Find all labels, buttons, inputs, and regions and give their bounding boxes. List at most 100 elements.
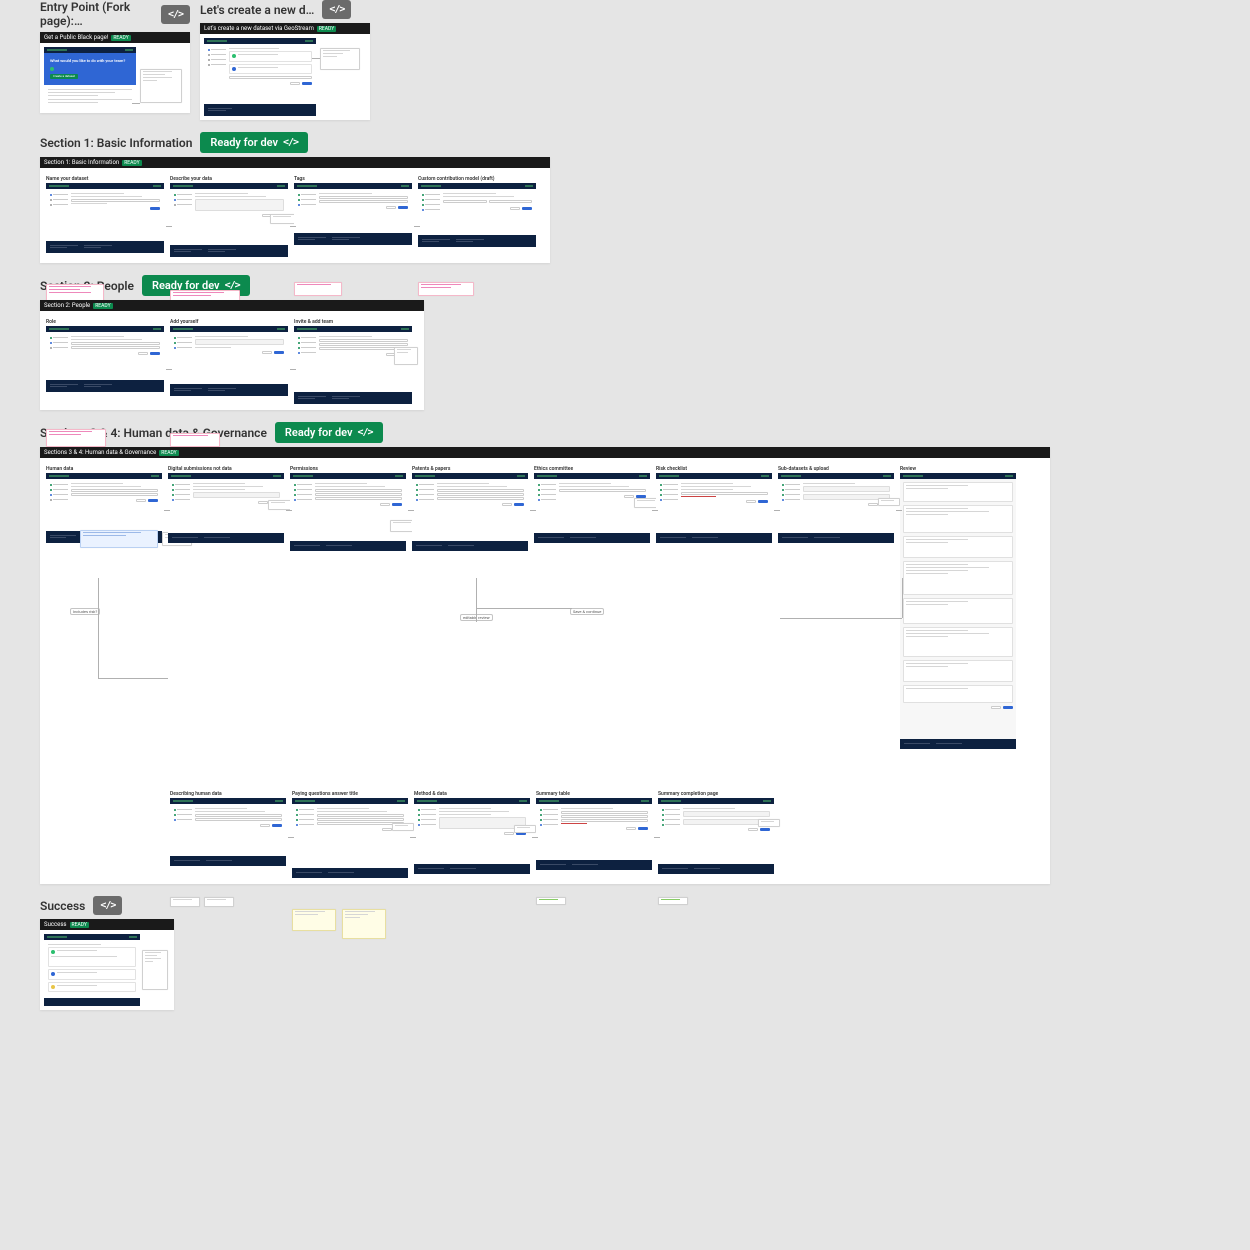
section-header-34: Sections 3 & 4: Human data & Governance … — [40, 422, 1250, 443]
sublabel: Name your dataset — [46, 176, 164, 182]
screen-invite — [294, 326, 412, 404]
hero-title: What would you like to do with your team… — [50, 59, 130, 64]
code-icon: </> — [329, 4, 344, 15]
annotation — [80, 530, 158, 548]
code-badge[interactable]: </> — [322, 0, 351, 19]
frame-header: Sections 3 & 4: Human data & Governance … — [40, 447, 1050, 458]
screen-subdatasets — [778, 473, 894, 543]
screen-method-data — [414, 798, 530, 874]
screen-paying — [292, 798, 408, 878]
screen-success — [44, 934, 140, 1006]
frame-section34[interactable]: Sections 3 & 4: Human data & Governance … — [40, 447, 1050, 884]
screen-summary-table — [536, 798, 652, 870]
annotation — [294, 282, 342, 296]
sublabel: Custom contribution model (draft) — [418, 176, 536, 182]
section34-body: Human data — [40, 458, 1050, 884]
annotation — [292, 909, 336, 931]
screen-ethics — [534, 473, 650, 543]
sublabel: Ethics committee — [534, 466, 650, 472]
sublabel: Describing human data — [170, 791, 286, 797]
frame-title: Success — [44, 921, 67, 928]
code-icon: </> — [100, 900, 115, 911]
sublabel: Sub-datasets & upload — [778, 466, 894, 472]
screen-tags — [294, 183, 412, 245]
sublabel: Risk checklist — [656, 466, 772, 472]
frame-header: Success READY — [40, 919, 174, 930]
frame-header: Section 1: Basic Information READY — [40, 157, 550, 168]
screen-review — [900, 473, 1016, 749]
frame-section1[interactable]: Section 1: Basic Information READY Name … — [40, 157, 550, 263]
screen-describe-human — [170, 798, 286, 866]
section-title: Entry Point (Fork page):… — [40, 0, 153, 28]
mini-badge: READY — [111, 35, 130, 41]
sublabel: Review — [900, 466, 1016, 472]
code-badge[interactable]: </> — [93, 896, 122, 915]
section-title: Let's create a new d… — [200, 3, 314, 17]
frame-section2[interactable]: Section 2: People READY Role — [40, 300, 424, 410]
annotation — [514, 825, 536, 833]
mock-create — [204, 38, 316, 116]
mini-badge: READY — [122, 160, 141, 166]
sublabel: Summary table — [536, 791, 652, 797]
mini-badge: READY — [159, 450, 178, 456]
section-title: Success — [40, 899, 85, 913]
mini-badge: READY — [70, 922, 89, 928]
annotation — [878, 498, 900, 506]
badge-label: Ready for dev — [285, 426, 353, 439]
annotation — [46, 429, 106, 447]
screen-custom-model — [418, 183, 536, 247]
hero-cta: Create a dataset — [50, 74, 78, 80]
flow-pill: Includes risk? — [70, 608, 100, 615]
screen-name-dataset — [46, 183, 164, 253]
section2-row: Role — [40, 311, 424, 410]
section-header-create: Let's create a new d… </> — [200, 0, 370, 19]
sublabel: Role — [46, 319, 164, 325]
annotation — [268, 500, 292, 510]
frame-create[interactable]: Let's create a new dataset via GeoStream… — [200, 23, 370, 120]
annotation — [392, 823, 414, 831]
sublabel: Digital submissions not data — [168, 466, 284, 472]
frame-title: Section 1: Basic Information — [44, 159, 119, 166]
code-badge[interactable]: </> — [161, 5, 190, 24]
frame-title: Sections 3 & 4: Human data & Governance — [44, 449, 156, 456]
frame-header: Let's create a new dataset via GeoStream… — [200, 23, 370, 34]
frame-title: Get a Public Black page! — [44, 34, 108, 41]
annotation — [170, 897, 200, 907]
screen-patents — [412, 473, 528, 551]
ready-badge[interactable]: Ready for dev </> — [275, 422, 383, 443]
code-icon: </> — [358, 427, 373, 438]
frame-success[interactable]: Success READY — [40, 919, 174, 1010]
mini-badge: READY — [317, 26, 336, 32]
sublabel: Add yourself — [170, 319, 288, 325]
sublabel: Human data — [46, 466, 162, 472]
annotation — [394, 347, 418, 365]
sublabel: Method & data — [414, 791, 530, 797]
sublabel: Invite & add team — [294, 319, 412, 325]
screen-digital-submissions — [168, 473, 284, 543]
frame-header: Get a Public Black page! READY — [40, 32, 190, 43]
section-header-1: Section 1: Basic Information Ready for d… — [40, 132, 1250, 153]
frame-header: Section 2: People READY — [40, 300, 424, 311]
annotation — [536, 897, 566, 905]
screen-risk — [656, 473, 772, 543]
screen-summary-completion — [658, 798, 774, 874]
annotation — [142, 950, 168, 990]
frame-entry[interactable]: Get a Public Black page! READY What woul… — [40, 32, 190, 113]
flow-pill: Save & continue — [570, 608, 604, 615]
code-icon: </> — [168, 9, 183, 20]
sublabel: Summary completion page — [658, 791, 774, 797]
mini-badge: READY — [93, 303, 112, 309]
sublabel: Tags — [294, 176, 412, 182]
badge-label: Ready for dev — [210, 136, 278, 149]
frame-title: Section 2: People — [44, 302, 90, 309]
annotation — [342, 909, 386, 939]
ready-badge[interactable]: Ready for dev </> — [200, 132, 308, 153]
annotation — [658, 897, 688, 905]
sublabel: Patents & papers — [412, 466, 528, 472]
annotation — [140, 69, 182, 103]
screen-role — [46, 326, 164, 392]
section1-row: Name your dataset — [40, 168, 550, 263]
section-title: Section 1: Basic Information — [40, 136, 192, 150]
annotation — [170, 433, 220, 447]
annotation — [320, 48, 360, 70]
